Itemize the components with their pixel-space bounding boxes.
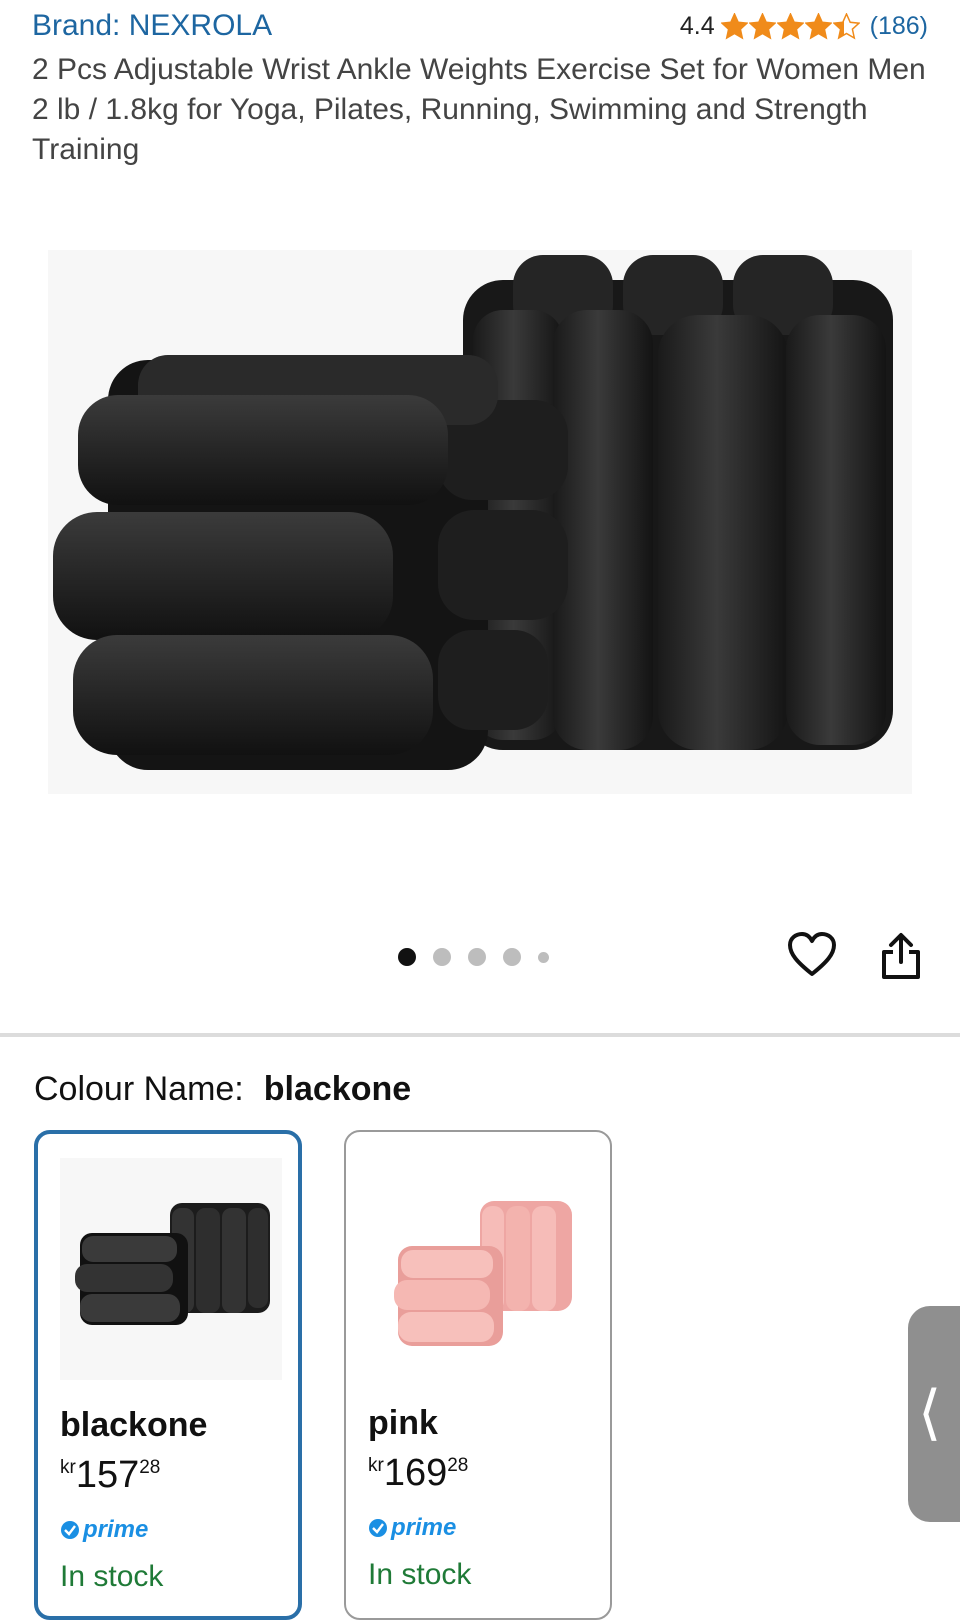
brand-rating-row: Brand: NEXROLA 4.4 (186) xyxy=(32,6,928,46)
prime-check-icon xyxy=(61,1521,79,1539)
star-rating xyxy=(720,12,860,40)
rating-value: 4.4 xyxy=(679,11,715,40)
prime-label: prime xyxy=(391,1514,457,1541)
section-divider xyxy=(0,1033,960,1037)
price-fraction: 28 xyxy=(447,1455,469,1476)
price-whole: 169 xyxy=(383,1452,448,1494)
swatch-product-image xyxy=(60,1158,282,1380)
colour-name-label: Colour Name: blackone xyxy=(34,1070,411,1109)
side-panel-handle[interactable]: ⟨ xyxy=(908,1306,960,1522)
star-icon xyxy=(804,12,832,39)
star-icon xyxy=(748,12,776,39)
swatch-name: pink xyxy=(368,1404,438,1442)
brand-link[interactable]: Brand: NEXROLA xyxy=(32,9,272,43)
swatch-name: blackone xyxy=(60,1406,208,1444)
swatch-price: kr16928 xyxy=(368,1452,468,1495)
selected-colour-value: blackone xyxy=(263,1070,412,1108)
price-currency: kr xyxy=(60,1457,76,1478)
colour-option-blackone[interactable]: blackone kr15728 prime In stock xyxy=(34,1130,302,1620)
swatch-price: kr15728 xyxy=(60,1454,160,1497)
swatch-image xyxy=(60,1158,282,1380)
star-icon xyxy=(720,12,748,39)
prime-badge: prime xyxy=(60,1516,148,1544)
product-header: Brand: NEXROLA 4.4 (186) 2 Pcs Adjustabl… xyxy=(32,6,928,170)
pagination-dot[interactable] xyxy=(503,948,521,966)
heart-icon[interactable] xyxy=(787,932,837,978)
stock-status: In stock xyxy=(368,1558,472,1591)
share-icon[interactable] xyxy=(879,932,923,980)
price-fraction: 28 xyxy=(139,1457,161,1478)
pagination-dot[interactable] xyxy=(468,948,486,966)
colour-label-text: Colour Name: xyxy=(34,1070,244,1108)
pagination-dot[interactable] xyxy=(398,948,416,966)
stock-status: In stock xyxy=(60,1560,164,1593)
prime-label: prime xyxy=(83,1516,149,1543)
swatch-product-image xyxy=(368,1156,590,1378)
product-image-gallery[interactable] xyxy=(48,250,912,794)
price-currency: kr xyxy=(368,1455,384,1476)
pagination-dot[interactable] xyxy=(433,948,451,966)
product-title: 2 Pcs Adjustable Wrist Ankle Weights Exe… xyxy=(32,53,926,166)
pagination-dot[interactable] xyxy=(538,951,549,963)
colour-option-pink[interactable]: pink kr16928 prime In stock xyxy=(344,1130,612,1620)
rating-summary[interactable]: 4.4 (186) xyxy=(680,12,928,41)
star-icon xyxy=(832,12,860,39)
prime-badge: prime xyxy=(368,1514,456,1542)
gallery-pagination[interactable] xyxy=(398,948,549,966)
prime-check-icon xyxy=(369,1519,387,1537)
chevron-left-icon: ⟨ xyxy=(918,1379,942,1446)
star-icon xyxy=(776,12,804,39)
review-count[interactable]: (186) xyxy=(870,12,928,41)
swatch-image xyxy=(368,1156,590,1378)
price-whole: 157 xyxy=(75,1454,140,1496)
product-image xyxy=(53,255,893,770)
